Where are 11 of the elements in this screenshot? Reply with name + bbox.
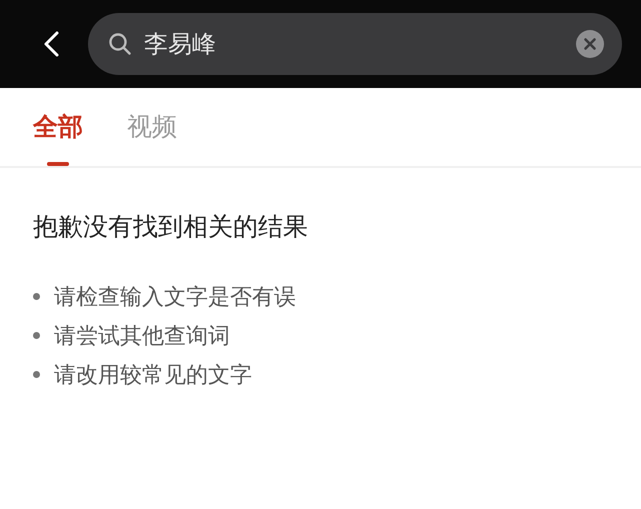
suggestion-text: 请尝试其他查询词: [54, 322, 230, 350]
bullet-icon: [33, 332, 40, 339]
tab[interactable]: 全部: [33, 96, 83, 166]
suggestion-text: 请检查输入文字是否有误: [54, 284, 296, 312]
search-bar[interactable]: 李易峰: [88, 13, 622, 75]
search-icon: [108, 32, 132, 56]
no-results-message: 抱歉没有找到相关的结果: [33, 211, 309, 243]
clear-icon[interactable]: [576, 30, 604, 58]
suggestion-text: 请改用较常见的文字: [54, 362, 252, 390]
bullet-icon: [33, 371, 40, 378]
bullet-icon: [33, 293, 40, 300]
